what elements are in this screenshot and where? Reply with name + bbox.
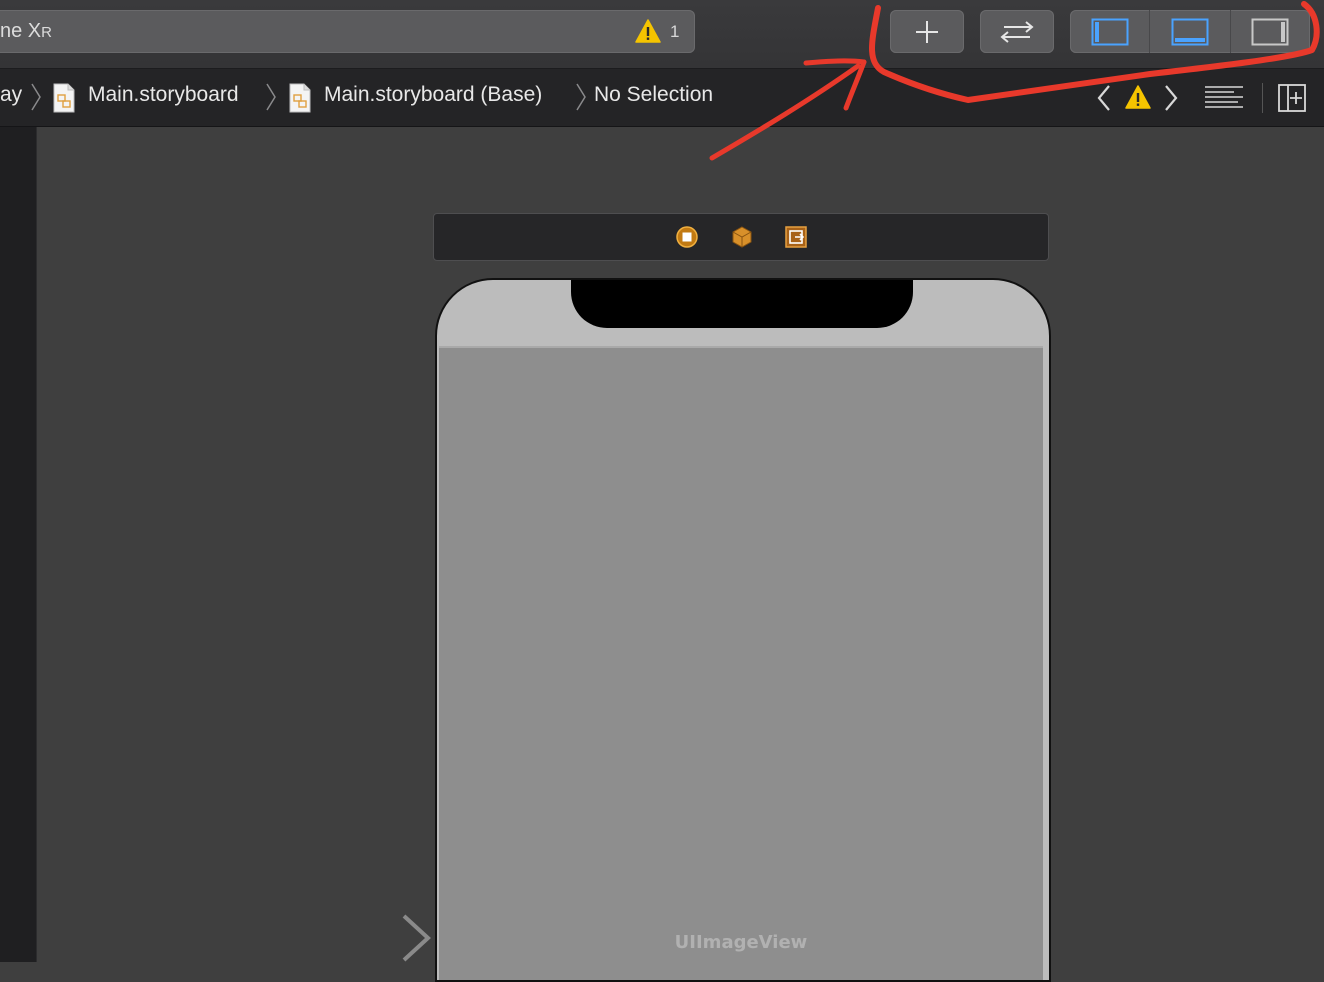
chevron-right-icon[interactable] <box>1163 84 1179 112</box>
warning-icon[interactable] <box>635 19 661 43</box>
left-panel-icon <box>1091 18 1129 45</box>
device-frame[interactable]: UIImageView <box>435 278 1051 982</box>
warning-count[interactable]: 1 <box>670 22 679 42</box>
editor-options-icon[interactable] <box>1204 85 1244 111</box>
view-controller-icon[interactable] <box>676 226 698 248</box>
code-review-button[interactable] <box>980 10 1054 53</box>
exit-icon[interactable] <box>785 226 807 248</box>
chevron-right-icon <box>266 83 276 111</box>
add-editor-icon[interactable] <box>1277 83 1307 113</box>
image-view[interactable]: UIImageView <box>439 346 1043 980</box>
panel-toggle-group <box>1070 10 1310 53</box>
warning-icon[interactable] <box>1125 85 1151 109</box>
image-view-label: UIImageView <box>674 932 808 953</box>
jumpbar-crumb-storyboard[interactable]: Main.storyboard <box>88 83 239 107</box>
scheme-destination-label[interactable]: ne XR <box>0 20 52 43</box>
jumpbar-crumb-project[interactable]: ay <box>0 83 22 107</box>
divider <box>1262 83 1263 113</box>
jump-bar: ay Main.storyboard Main.storyboard (Base… <box>0 69 1324 127</box>
first-responder-icon[interactable] <box>731 226 753 248</box>
chevron-left-icon[interactable] <box>1096 84 1112 112</box>
plus-icon <box>916 20 938 43</box>
inspector-toggle[interactable] <box>1231 10 1310 53</box>
chevron-right-icon <box>31 83 41 111</box>
document-outline-gutter <box>0 127 37 962</box>
debug-area-toggle[interactable] <box>1150 10 1231 53</box>
jumpbar-crumb-selection[interactable]: No Selection <box>594 83 713 107</box>
chevron-right-icon <box>576 83 586 111</box>
storyboard-file-icon <box>289 83 311 113</box>
bottom-panel-icon <box>1171 18 1209 45</box>
activity-viewer[interactable]: ne XR 1 <box>0 10 695 53</box>
navigator-toggle[interactable] <box>1070 10 1151 53</box>
storyboard-file-icon <box>53 83 75 113</box>
storyboard-entry-point-arrow[interactable] <box>288 912 438 962</box>
scene-dock[interactable] <box>433 213 1049 261</box>
device-notch <box>571 280 913 328</box>
jumpbar-crumb-base[interactable]: Main.storyboard (Base) <box>324 83 542 107</box>
window-toolbar: ne XR 1 <box>0 0 1324 69</box>
right-panel-icon <box>1251 18 1289 45</box>
swap-arrows-icon <box>1000 20 1034 43</box>
library-button[interactable] <box>890 10 964 53</box>
